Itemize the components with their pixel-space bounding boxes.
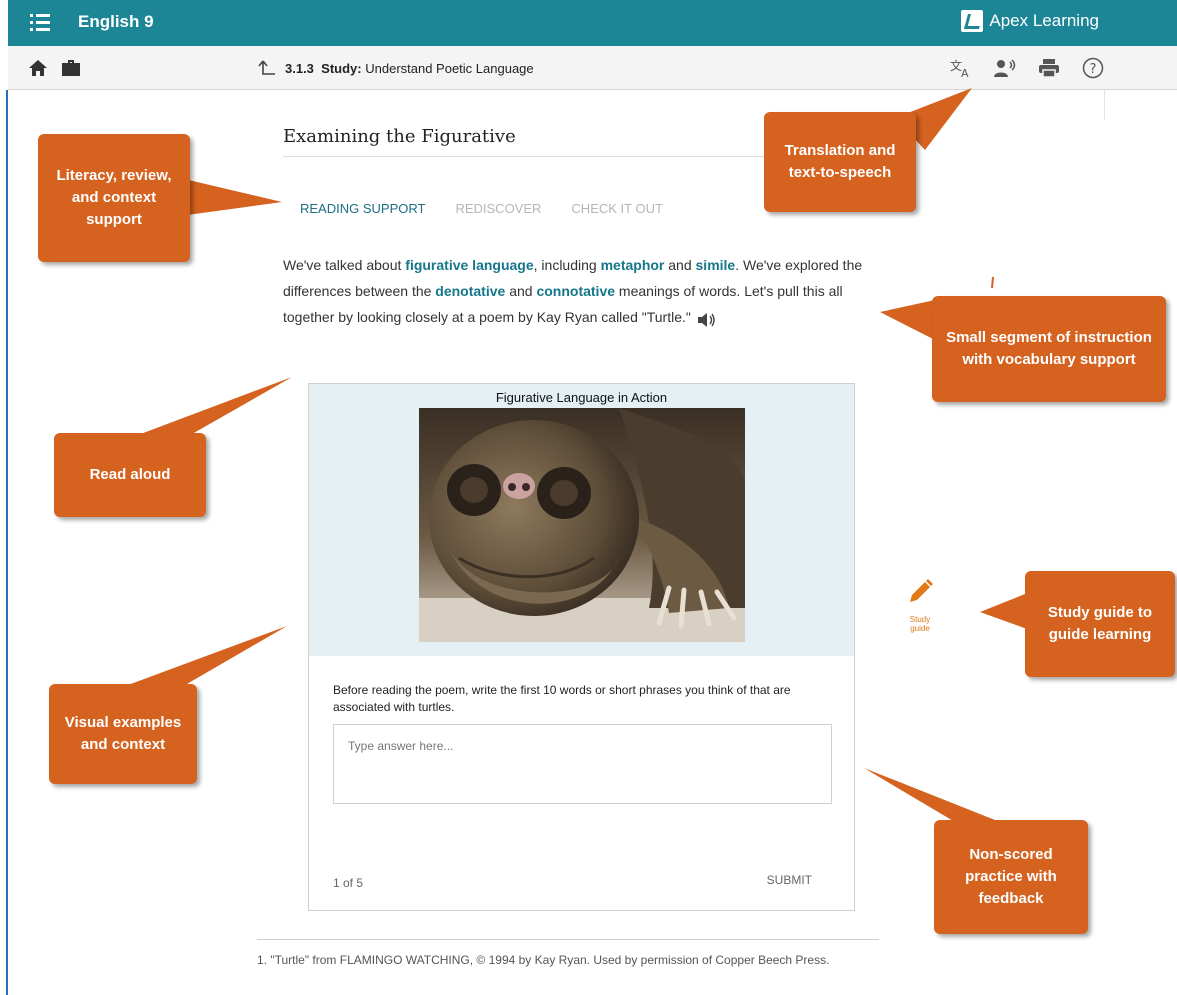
svg-text:?: ? — [1090, 62, 1097, 77]
callout-study-guide: Study guide to guide learning — [1025, 571, 1175, 677]
practice-card: Figurative Language in Action Before rea… — [308, 383, 855, 911]
home-icon[interactable] — [28, 58, 48, 78]
vocab-denotative[interactable]: denotative — [435, 283, 505, 299]
intro-paragraph: We've talked about figurative language, … — [283, 252, 863, 330]
brand-name: Apex Learning — [989, 11, 1099, 30]
text-to-speech-icon[interactable] — [993, 56, 1017, 80]
answer-input[interactable] — [333, 724, 832, 804]
tool-icons: 文A ? — [949, 56, 1105, 80]
apex-logo-icon — [961, 10, 984, 32]
read-aloud-speaker-icon[interactable] — [697, 310, 717, 328]
intro-text: and — [664, 257, 696, 273]
up-arrow-icon[interactable] — [258, 58, 276, 78]
app-header: English 9 Apex Learning — [8, 0, 1177, 46]
print-icon[interactable] — [1037, 56, 1061, 80]
callout-translation: Translation and text-to-speech — [764, 112, 916, 212]
course-title: English 9 — [78, 12, 154, 31]
pencil-icon — [910, 579, 933, 602]
tab-reading-support[interactable]: READING SUPPORT — [300, 201, 425, 216]
callout-pointer — [120, 626, 287, 688]
tab-rediscover[interactable]: REDISCOVER — [455, 201, 541, 216]
question-prompt: Before reading the poem, write the first… — [333, 683, 791, 714]
page-title: Examining the Figurative — [283, 126, 516, 147]
lesson-number: 3.1.3 — [285, 61, 314, 76]
svg-text:A: A — [961, 67, 969, 78]
callout-pointer — [130, 377, 292, 438]
callout-pointer — [864, 768, 1000, 822]
lesson-title: Understand Poetic Language — [365, 61, 534, 76]
brand: Apex Learning — [961, 10, 1099, 32]
callout-literacy-support: Literacy, review, and context support — [38, 134, 190, 262]
callout-pointer — [180, 178, 282, 216]
footnote: 1. "Turtle" from FLAMINGO WATCHING, © 19… — [257, 953, 830, 967]
intro-text: and — [505, 283, 537, 299]
menu-icon[interactable] — [30, 14, 50, 32]
divider — [257, 939, 879, 940]
help-icon[interactable]: ? — [1081, 56, 1105, 80]
callout-instruction-segment: Small segment of instruction with vocabu… — [932, 296, 1166, 402]
lesson-toolbar: 3.1.3 Study: Understand Poetic Language … — [8, 46, 1177, 90]
frame-border — [6, 90, 8, 995]
turtle-photo — [419, 408, 745, 642]
callout-pointer — [991, 276, 994, 289]
vocab-figurative-language[interactable]: figurative language — [405, 257, 533, 273]
callout-pointer — [980, 592, 1030, 630]
briefcase-icon[interactable] — [60, 58, 82, 78]
translate-icon[interactable]: 文A — [949, 56, 973, 80]
study-guide-label: guide — [910, 624, 930, 633]
submit-button[interactable]: SUBMIT — [767, 873, 812, 887]
vocab-connotative[interactable]: connotative — [536, 283, 615, 299]
intro-text: We've talked about — [283, 257, 406, 273]
card-media-area: Figurative Language in Action — [309, 384, 854, 656]
card-title: Figurative Language in Action — [495, 390, 668, 405]
lesson-breadcrumb: 3.1.3 Study: Understand Poetic Language — [285, 61, 534, 76]
intro-text: , including — [533, 257, 601, 273]
study-guide-button[interactable]: Study guide — [898, 578, 942, 633]
tab-check-it-out[interactable]: CHECK IT OUT — [571, 201, 663, 216]
callout-practice: Non-scored practice with feedback — [934, 820, 1088, 934]
study-guide-label: Study — [909, 615, 931, 624]
vocab-metaphor[interactable]: metaphor — [601, 257, 665, 273]
lesson-kind: Study: — [321, 61, 362, 76]
callout-visual-examples: Visual examples and context — [49, 684, 197, 784]
callout-read-aloud: Read aloud — [54, 433, 206, 517]
support-tabs: READING SUPPORT REDISCOVER CHECK IT OUT — [300, 201, 663, 216]
vocab-simile[interactable]: simile — [696, 257, 736, 273]
question-counter: 1 of 5 — [333, 876, 364, 890]
divider — [1104, 90, 1105, 120]
callout-pointer — [880, 300, 935, 340]
